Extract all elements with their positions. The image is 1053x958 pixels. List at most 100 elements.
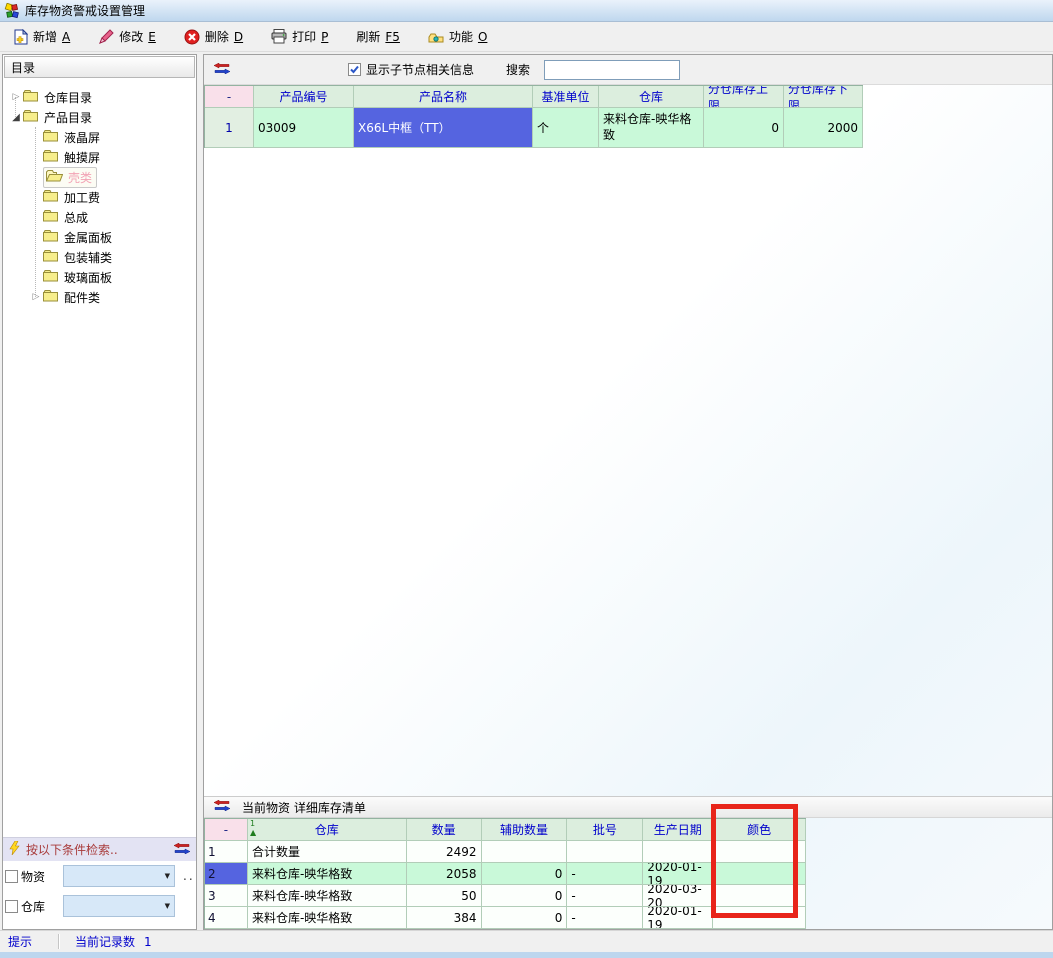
tree-item-label: 液晶屏: [64, 129, 100, 146]
header-product-name[interactable]: 产品名称: [354, 86, 533, 108]
detail-row[interactable]: 3 来料仓库-映华格致 50 0 - 2020-03-20: [205, 885, 806, 907]
lightning-icon: [9, 841, 20, 858]
cell-warehouse[interactable]: 来料仓库-映华格致: [248, 885, 407, 907]
cell-warehouse[interactable]: 合计数量: [248, 841, 407, 863]
cell-quantity[interactable]: 384: [407, 907, 482, 929]
cell-production-date[interactable]: [643, 841, 713, 863]
swap-panels-icon[interactable]: [214, 800, 230, 814]
tree-item-lcd[interactable]: 液晶屏: [3, 127, 196, 147]
delete-button[interactable]: 删除D: [176, 25, 251, 48]
add-button[interactable]: 新增A: [6, 25, 78, 48]
cell-product-name-selected[interactable]: X66L中框（TT）: [354, 108, 533, 148]
warehouse-combobox[interactable]: ▼: [63, 895, 175, 917]
folder-icon: [43, 189, 58, 205]
tree-item-product-catalog[interactable]: ◢ 产品目录: [3, 107, 196, 127]
status-record-count: 当前记录数 1: [59, 933, 152, 950]
cell-base-unit[interactable]: 个: [533, 108, 599, 148]
cell-warehouse[interactable]: 来料仓库-映华格致: [248, 907, 407, 929]
header-stock-upper[interactable]: 分仓库存上限: [704, 86, 784, 108]
cell-batch[interactable]: -: [567, 907, 643, 929]
cell-row-number[interactable]: 3: [205, 885, 248, 907]
detail-section: 当前物资 详细库存清单 - 1▲ 仓库 数量 辅助数量 批号 生产日期 颜色: [204, 796, 1052, 929]
cell-aux-quantity[interactable]: [482, 841, 568, 863]
cell-aux-quantity[interactable]: 0: [482, 863, 568, 885]
detail-section-title-bar: 当前物资 详细库存清单: [204, 796, 1052, 818]
tree-item-processing-fee[interactable]: 加工费: [3, 187, 196, 207]
detail-row-selected[interactable]: 2 来料仓库-映华格致 2058 0 - 2020-01-19: [205, 863, 806, 885]
cell-batch[interactable]: -: [567, 863, 643, 885]
tree-item-touchscreen[interactable]: 触摸屏: [3, 147, 196, 167]
tree-item-label: 触摸屏: [64, 149, 100, 166]
refresh-button[interactable]: 刷新F5: [348, 25, 408, 48]
material-combobox[interactable]: ▼: [63, 865, 175, 887]
button-shortcut: A: [62, 30, 70, 44]
expander-expanded-icon[interactable]: ◢: [9, 112, 23, 123]
swap-panels-icon[interactable]: [214, 63, 230, 77]
cell-stock-lower[interactable]: 2000: [784, 108, 863, 148]
filter-row-material: 物资 ▼ ..: [3, 861, 196, 891]
header-warehouse[interactable]: 仓库: [599, 86, 704, 108]
titlebar: 库存物资警戒设置管理: [0, 0, 1053, 22]
header-product-code[interactable]: 产品编号: [254, 86, 354, 108]
tree-item-glass-panel[interactable]: 玻璃面板: [3, 267, 196, 287]
header-aux-quantity[interactable]: 辅助数量: [482, 819, 568, 841]
cell-aux-quantity[interactable]: 0: [482, 885, 568, 907]
cell-row-number-selected[interactable]: 2: [205, 863, 248, 885]
tree-item-accessories[interactable]: ▷ 配件类: [3, 287, 196, 307]
header-batch[interactable]: 批号: [567, 819, 643, 841]
tree-item-warehouse-catalog[interactable]: ▷ 仓库目录: [3, 87, 196, 107]
print-button[interactable]: 打印P: [263, 25, 336, 48]
cell-row-number[interactable]: 4: [205, 907, 248, 929]
cell-batch[interactable]: -: [567, 885, 643, 907]
cell-production-date[interactable]: 2020-01-19: [643, 907, 713, 929]
cell-quantity[interactable]: 2492: [407, 841, 482, 863]
detail-row[interactable]: 1 合计数量 2492: [205, 841, 806, 863]
folder-icon: [43, 229, 58, 245]
swap-panels-icon[interactable]: [174, 843, 190, 857]
search-input[interactable]: [544, 60, 680, 80]
cell-quantity[interactable]: 50: [407, 885, 482, 907]
sort-asc-icon: ▲: [250, 829, 256, 838]
bottom-edge-strip: [0, 952, 1053, 958]
header-warehouse[interactable]: 1▲ 仓库: [248, 819, 407, 841]
tree-item-packaging[interactable]: 包装辅类: [3, 247, 196, 267]
cell-warehouse[interactable]: 来料仓库-映华格致: [248, 863, 407, 885]
cell-production-date[interactable]: 2020-03-20: [643, 885, 713, 907]
cell-product-code[interactable]: 03009: [254, 108, 354, 148]
product-table-row[interactable]: 1 03009 X66L中框（TT） 个 来料仓库-映华格致 0 2000: [205, 108, 863, 148]
cell-warehouse[interactable]: 来料仓库-映华格致: [599, 108, 704, 148]
cell-color[interactable]: [713, 885, 806, 907]
expander-collapsed-icon[interactable]: ▷: [9, 92, 23, 102]
tree-item-metal-panel[interactable]: 金属面板: [3, 227, 196, 247]
header-color[interactable]: 颜色: [713, 819, 806, 841]
show-children-checkbox[interactable]: [348, 63, 361, 76]
cell-row-number[interactable]: 1: [205, 108, 254, 148]
function-button[interactable]: 功能O: [420, 25, 495, 48]
cell-aux-quantity[interactable]: 0: [482, 907, 568, 929]
tree-item-label: 包装辅类: [64, 249, 112, 266]
header-quantity[interactable]: 数量: [407, 819, 482, 841]
header-stock-lower[interactable]: 分仓库存下限: [784, 86, 863, 108]
cell-row-number[interactable]: 1: [205, 841, 248, 863]
tree-item-assembly[interactable]: 总成: [3, 207, 196, 227]
warehouse-checkbox[interactable]: [5, 900, 18, 913]
expander-collapsed-icon[interactable]: ▷: [29, 292, 43, 302]
cell-quantity[interactable]: 2058: [407, 863, 482, 885]
cell-production-date[interactable]: 2020-01-19: [643, 863, 713, 885]
edit-button[interactable]: 修改E: [90, 25, 164, 48]
cell-stock-upper[interactable]: 0: [704, 108, 784, 148]
header-base-unit[interactable]: 基准单位: [533, 86, 599, 108]
cell-color[interactable]: [713, 863, 806, 885]
material-checkbox[interactable]: [5, 870, 18, 883]
material-more-button[interactable]: ..: [183, 869, 195, 883]
cell-color[interactable]: [713, 841, 806, 863]
cell-color[interactable]: [713, 907, 806, 929]
header-production-date[interactable]: 生产日期: [643, 819, 713, 841]
cell-batch[interactable]: [567, 841, 643, 863]
product-table: - 产品编号 产品名称 基准单位 仓库 分仓库存上限 分仓库存下限 1 0300…: [204, 85, 863, 148]
main-blank-area: [204, 148, 1052, 796]
detail-row[interactable]: 4 来料仓库-映华格致 384 0 - 2020-01-19: [205, 907, 806, 929]
header-row-number[interactable]: -: [205, 819, 248, 841]
header-row-number[interactable]: -: [205, 86, 254, 108]
tree-item-shell-selected[interactable]: 壳类: [3, 167, 196, 187]
